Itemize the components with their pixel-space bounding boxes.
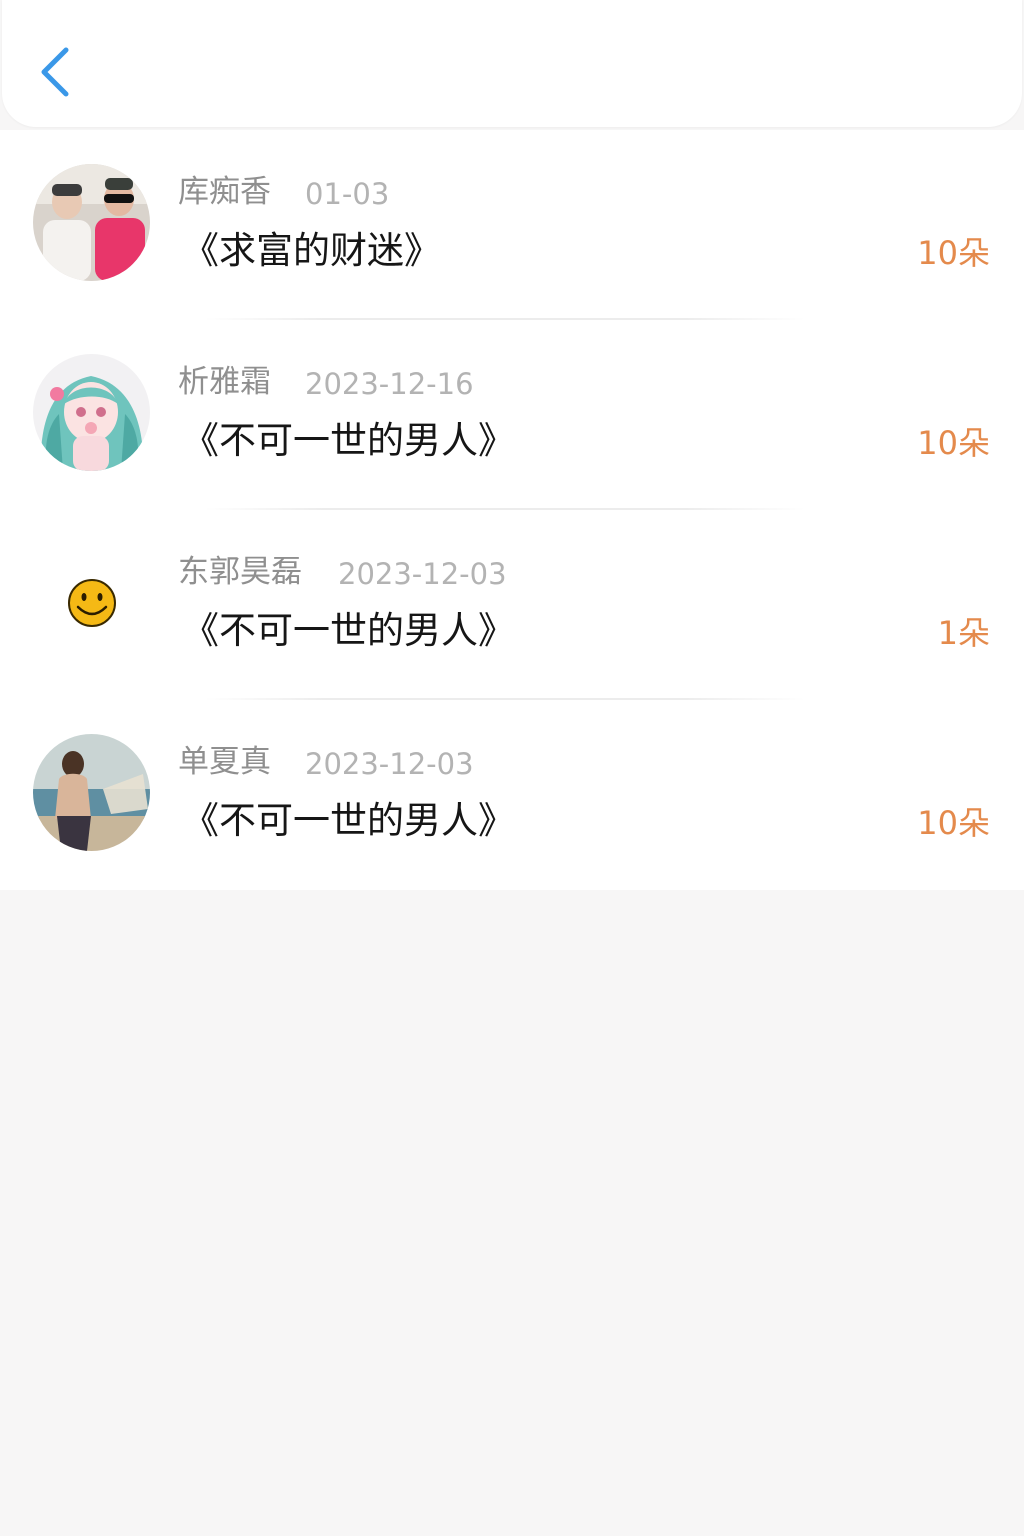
book-title[interactable]: 《不可一世的男人》 — [182, 798, 515, 844]
anime-avatar-icon — [33, 354, 150, 471]
avatar[interactable] — [33, 164, 150, 281]
user-name: 东郭昊磊 — [178, 554, 302, 590]
user-name: 析雅霜 — [178, 364, 271, 400]
chevron-left-icon — [41, 47, 69, 97]
avatar[interactable] — [33, 734, 150, 851]
avatar[interactable] — [33, 544, 150, 661]
gift-record-list: 库痴香 01-03 《求富的财迷》 10朵 析雅霜 2023-12-16 《不可… — [0, 130, 1024, 890]
book-title[interactable]: 《求富的财迷》 — [182, 228, 441, 274]
list-item[interactable]: 析雅霜 2023-12-16 《不可一世的男人》 10朵 — [0, 320, 1024, 510]
beach-photo-avatar-icon — [33, 734, 150, 851]
date: 2023-12-16 — [305, 367, 474, 401]
list-item[interactable]: 东郭昊磊 2023-12-03 《不可一世的男人》 1朵 — [0, 510, 1024, 700]
avatar[interactable] — [33, 354, 150, 471]
book-title[interactable]: 《不可一世的男人》 — [182, 418, 515, 464]
list-item[interactable]: 单夏真 2023-12-03 《不可一世的男人》 10朵 — [0, 700, 1024, 890]
date: 2023-12-03 — [338, 557, 507, 591]
smiley-avatar-icon — [33, 544, 150, 661]
date: 01-03 — [305, 177, 390, 211]
gift-count: 1朵 — [937, 614, 990, 652]
top-bar — [2, 0, 1022, 127]
gift-count: 10朵 — [917, 804, 990, 842]
gift-count: 10朵 — [917, 424, 990, 462]
book-title[interactable]: 《不可一世的男人》 — [182, 608, 515, 654]
gift-count: 10朵 — [917, 234, 990, 272]
user-name: 单夏真 — [178, 744, 271, 780]
date: 2023-12-03 — [305, 747, 474, 781]
photo-avatar-icon — [33, 164, 150, 281]
user-name: 库痴香 — [178, 174, 271, 210]
list-item[interactable]: 库痴香 01-03 《求富的财迷》 10朵 — [0, 130, 1024, 320]
back-button[interactable] — [32, 40, 82, 104]
